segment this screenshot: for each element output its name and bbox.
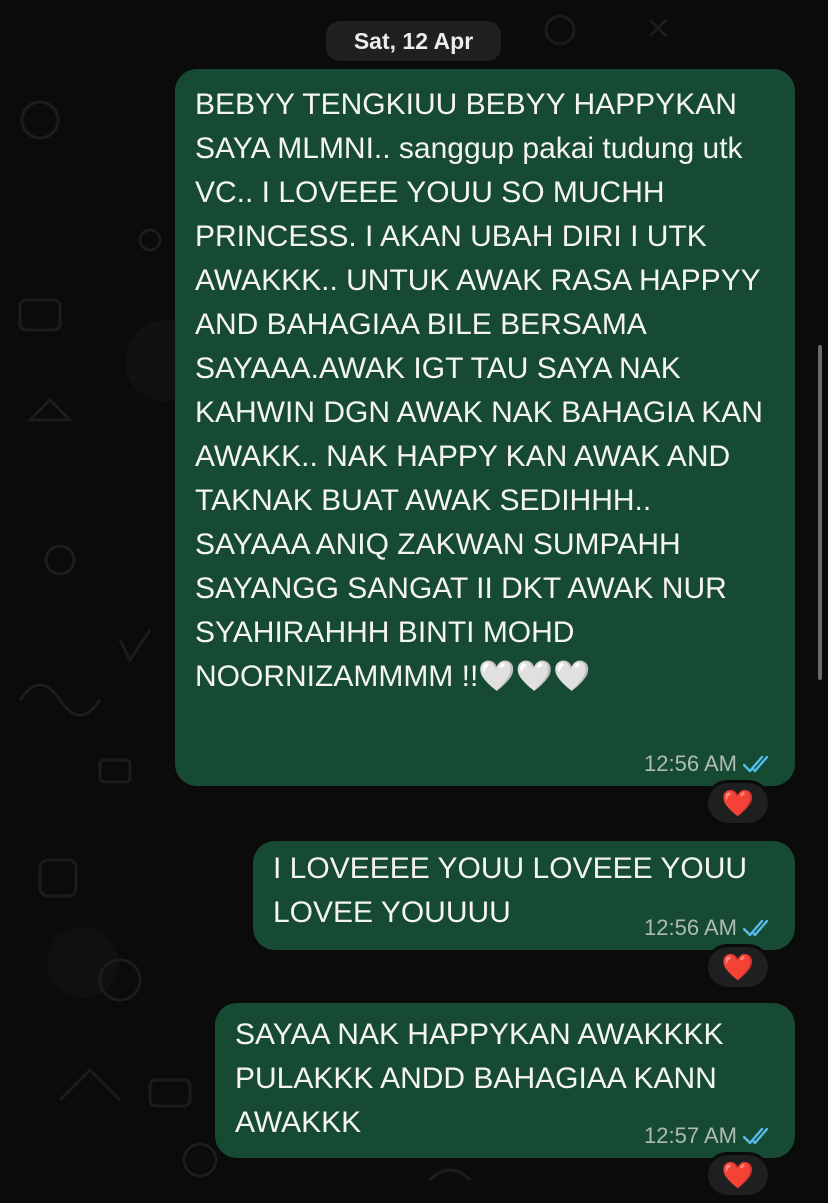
reaction-badge[interactable]: ❤️ [705, 944, 771, 990]
message-time: 12:57 AM [644, 1123, 737, 1148]
heart-reaction-icon: ❤️ [721, 787, 755, 818]
message-meta: 12:56 AM [644, 751, 773, 777]
heart-reaction-icon: ❤️ [721, 1159, 755, 1190]
message-meta: 12:57 AM [644, 1123, 773, 1149]
double-check-read-icon [743, 755, 769, 773]
double-check-read-icon [743, 1127, 769, 1145]
message-meta: 12:56 AM [644, 915, 773, 941]
heart-reaction-icon: ❤️ [721, 951, 755, 982]
message-time: 12:56 AM [644, 751, 737, 776]
message-bubble-outgoing[interactable]: SAYAA NAK HAPPYKAN AWAKKKK PULAKKK ANDD … [215, 1003, 795, 1158]
scrollbar[interactable] [818, 345, 822, 680]
double-check-read-icon [743, 919, 769, 937]
date-separator: Sat, 12 Apr [326, 21, 501, 61]
message-text: BEBYY TENGKIUU BEBYY HAPPYKAN SAYA MLMNI… [195, 88, 770, 693]
reaction-badge[interactable]: ❤️ [705, 780, 771, 826]
reaction-badge[interactable]: ❤️ [705, 1152, 771, 1198]
message-time: 12:56 AM [644, 915, 737, 940]
message-bubble-outgoing[interactable]: I LOVEEEE YOUU LOVEEE YOUU LOVEE YOUUUU … [253, 841, 795, 950]
chat-window: Sat, 12 Apr BEBYY TENGKIUU BEBYY HAPPYKA… [0, 0, 828, 1203]
message-bubble-outgoing[interactable]: BEBYY TENGKIUU BEBYY HAPPYKAN SAYA MLMNI… [175, 69, 795, 786]
